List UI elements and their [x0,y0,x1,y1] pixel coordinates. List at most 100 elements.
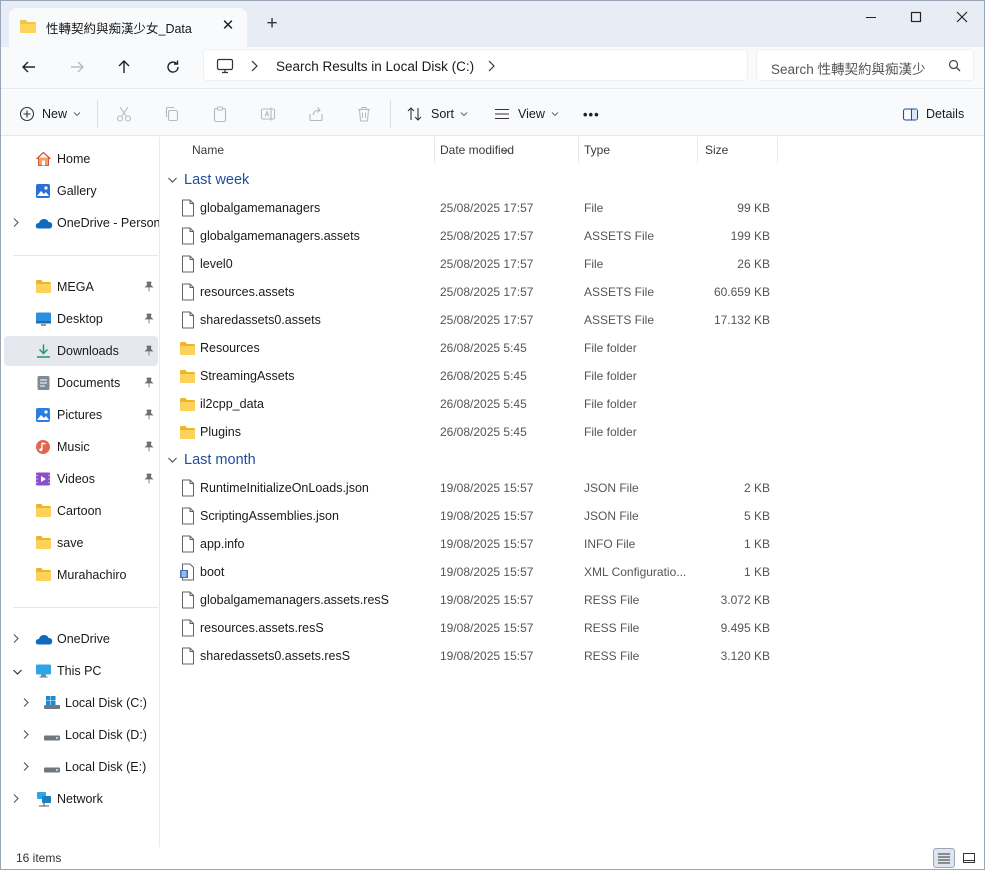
share-button[interactable] [307,98,325,130]
file-row[interactable]: globalgamemanagers.assets 25/08/2025 17:5… [175,222,775,250]
sort-button[interactable]: Sort [406,98,468,130]
tab-close-button[interactable]: ✕ [219,17,237,35]
sidebar-item-label: Network [57,792,103,806]
file-row[interactable]: app.info 19/08/2025 15:57 INFO File 1 KB [175,530,775,558]
active-tab[interactable]: 性轉契約與痴漢少女_Data ✕ [9,8,247,47]
search-icon[interactable] [948,59,961,75]
column-divider[interactable] [434,137,435,163]
view-button[interactable]: View [493,98,559,130]
sidebar-item-documents[interactable]: Documents [4,368,158,398]
file-date: 25/08/2025 17:57 [440,229,534,243]
sidebar-item-onedrive[interactable]: OneDrive [4,624,158,654]
pin-icon[interactable] [144,441,154,455]
file-row[interactable]: ScriptingAssemblies.json 19/08/2025 15:57… [175,502,775,530]
sidebar-item-home[interactable]: Home [4,144,158,174]
file-date: 26/08/2025 5:45 [440,369,527,383]
paste-button[interactable] [211,98,229,130]
pin-icon[interactable] [144,409,154,423]
file-row[interactable]: resources.assets.resS 19/08/2025 15:57 RES… [175,614,775,642]
details-view-button[interactable] [933,848,955,868]
sidebar-item-mega[interactable]: MEGA [4,272,158,302]
new-button[interactable]: New [19,98,81,130]
group-header[interactable]: Last week [167,169,249,191]
sidebar-item-local-disk-d[interactable]: Local Disk (D:) [4,720,158,750]
sidebar-item-videos[interactable]: Videos [4,464,158,494]
file-type: JSON File [584,509,639,523]
back-button[interactable] [15,53,43,81]
file-row[interactable]: globalgamemanagers 25/08/2025 17:57 File 99… [175,194,775,222]
rename-button[interactable] [259,98,277,130]
pin-icon[interactable] [144,345,154,359]
minimize-button[interactable] [848,1,894,33]
toolbar-divider [97,100,98,128]
file-row[interactable]: globalgamemanagers.assets.resS 19/08/2025… [175,586,775,614]
search-input[interactable]: Search 性轉契約與痴漢少 [756,49,974,81]
file-icon [181,311,195,332]
chevron-down-icon [73,112,81,117]
file-row[interactable]: Resources 26/08/2025 5:45 File folder [175,334,775,362]
sidebar-item-cartoon[interactable]: Cartoon [4,496,158,526]
file-row[interactable]: sharedassets0.assets 25/08/2025 17:57 ASSE… [175,306,775,334]
arrow-left-icon [22,61,35,73]
file-row[interactable]: RuntimeInitializeOnLoads.json 19/08/2025 … [175,474,775,502]
column-divider[interactable] [777,137,778,163]
chevron-down-icon[interactable] [167,173,178,187]
close-window-button[interactable] [939,1,984,33]
pin-icon[interactable] [144,313,154,327]
column-divider[interactable] [697,137,698,163]
forward-button[interactable] [63,53,91,81]
sidebar-item-label: OneDrive [57,632,110,646]
pin-icon[interactable] [144,377,154,391]
file-row[interactable]: boot 19/08/2025 15:57 XML Configuratio... 1… [175,558,775,586]
sidebar-item-music[interactable]: Music [4,432,158,462]
onedrive-icon [35,217,53,232]
chevron-right-icon[interactable] [22,729,30,743]
chevron-right-icon[interactable] [12,217,20,231]
column-header-type[interactable]: Type [584,143,610,157]
details-pane-button[interactable]: Details [902,98,964,130]
breadcrumb[interactable]: Search Results in Local Disk (C:) [276,59,474,74]
chevron-right-icon[interactable] [22,761,30,775]
file-row[interactable]: il2cpp_data 26/08/2025 5:45 File folder [175,390,775,418]
maximize-button[interactable] [893,1,939,33]
delete-button[interactable] [355,98,373,130]
copy-button[interactable] [163,98,181,130]
chevron-right-icon[interactable] [22,697,30,711]
sidebar-item-this-pc[interactable]: This PC [4,656,158,686]
sidebar-item-gallery[interactable]: Gallery [4,176,158,206]
sidebar-item-downloads[interactable]: Downloads [4,336,158,366]
pin-icon[interactable] [144,473,154,487]
sidebar-item-network[interactable]: Network [4,784,158,814]
sidebar-item-pictures[interactable]: Pictures [4,400,158,430]
refresh-button[interactable] [159,53,187,81]
column-header-name[interactable]: Name [192,143,224,157]
address-bar[interactable]: Search Results in Local Disk (C:) [203,49,748,81]
sidebar-item-local-disk-c[interactable]: Local Disk (C:) [4,688,158,718]
pin-icon[interactable] [144,281,154,295]
chevron-down-icon[interactable] [12,665,23,679]
chevron-right-icon[interactable] [486,59,496,76]
sidebar-item-onedrive-personal[interactable]: OneDrive - Persona [4,208,159,238]
sidebar-item-save[interactable]: save [4,528,158,558]
sidebar-item-desktop[interactable]: Desktop [4,304,158,334]
group-label: Last month [184,452,256,468]
chevron-down-icon[interactable] [167,453,178,467]
file-row[interactable]: StreamingAssets 26/08/2025 5:45 File folde… [175,362,775,390]
group-header[interactable]: Last month [167,449,256,471]
file-row[interactable]: resources.assets 25/08/2025 17:57 ASSETS F… [175,278,775,306]
chevron-right-icon[interactable] [12,793,20,807]
file-row[interactable]: sharedassets0.assets.resS 19/08/2025 15:5… [175,642,775,670]
chevron-right-icon[interactable] [12,633,20,647]
column-divider[interactable] [578,137,579,163]
new-tab-button[interactable]: + [262,14,282,34]
tiles-view-button[interactable] [958,848,980,868]
cut-button[interactable] [115,98,133,130]
file-row[interactable]: level0 25/08/2025 17:57 File 26 KB [175,250,775,278]
file-row[interactable]: Plugins 26/08/2025 5:45 File folder [175,418,775,446]
more-options-button[interactable]: ••• [583,98,600,130]
up-button[interactable] [110,53,138,81]
sidebar-item-local-disk-e[interactable]: Local Disk (E:) [4,752,158,782]
chevron-right-icon[interactable] [249,59,259,76]
column-header-size[interactable]: Size [705,143,728,157]
sidebar-item-murahachiro[interactable]: Murahachiro [4,560,158,590]
